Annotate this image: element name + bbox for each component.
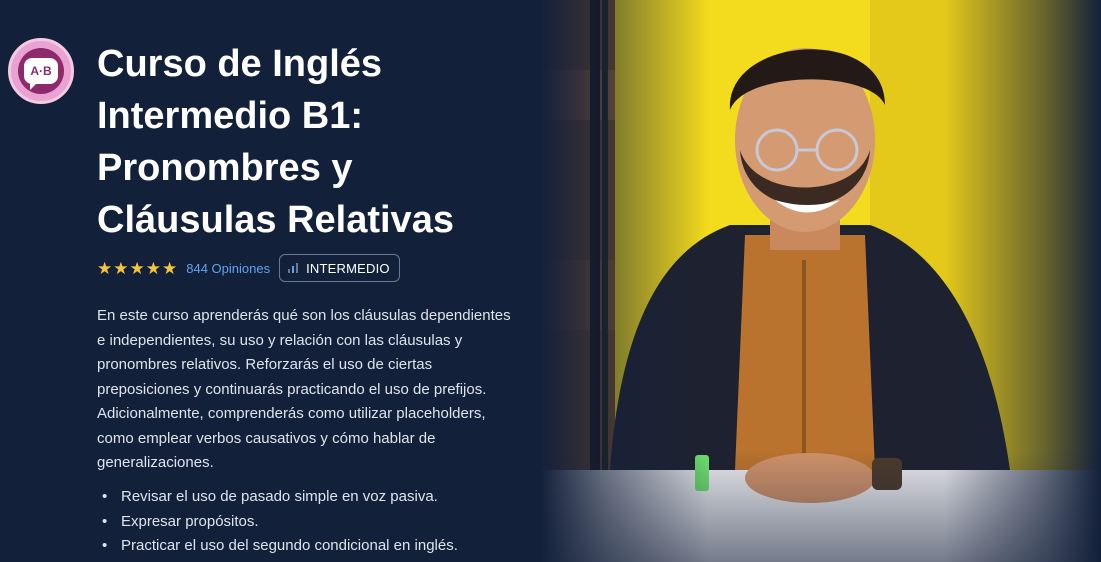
level-badge: INTERMEDIO [279, 254, 400, 282]
instructor-photo [540, 0, 1101, 562]
course-meta: ★ ★ ★ ★ ★ 844 Opiniones INTERMEDIO [97, 252, 400, 284]
school-logo[interactable]: A·B [8, 38, 74, 104]
logo-text: A·B [24, 58, 58, 90]
list-item: Expresar propósitos. [97, 510, 527, 535]
reviews-link[interactable]: 844 Opiniones [186, 261, 270, 276]
star-icon: ★ [97, 258, 113, 278]
list-item: Practicar el uso del segundo condicional… [97, 534, 527, 559]
level-bars-icon [288, 263, 299, 273]
list-item: Revisar el uso de pasado simple en voz p… [97, 485, 527, 510]
level-label: INTERMEDIO [306, 260, 390, 276]
course-info-panel: A·B Curso de Inglés Intermedio B1: Prono… [0, 0, 540, 562]
language-chat-bubble-icon: A·B [18, 48, 64, 94]
rating-stars: ★ ★ ★ ★ ★ [97, 260, 177, 277]
star-icon: ★ [129, 258, 145, 278]
star-icon: ★ [162, 258, 178, 278]
star-icon: ★ [113, 258, 129, 278]
course-description: En este curso aprenderás qué son los clá… [97, 307, 511, 471]
instructor-illustration [540, 0, 1101, 562]
star-icon: ★ [145, 258, 161, 278]
course-title: Curso de Inglés Intermedio B1: Pronombre… [97, 43, 454, 241]
course-objectives: Revisar el uso de pasado simple en voz p… [97, 485, 527, 559]
